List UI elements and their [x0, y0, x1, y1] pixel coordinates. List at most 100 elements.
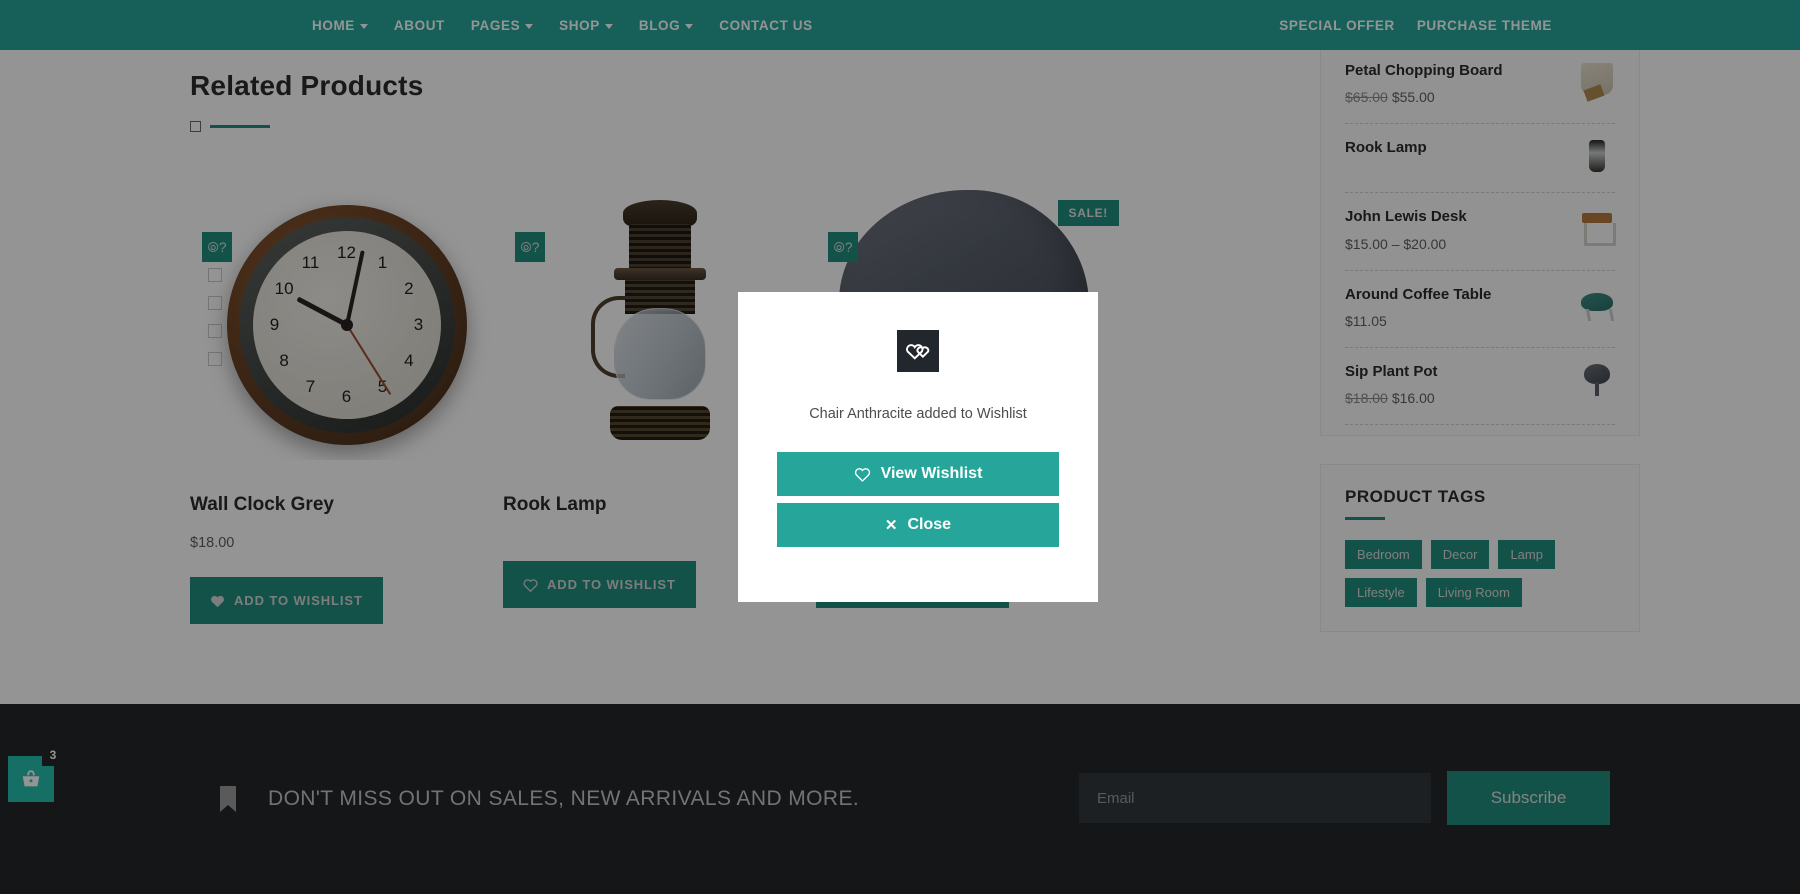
clock-hand: [345, 324, 391, 396]
clock-numeral: 8: [279, 351, 289, 370]
widget-underline: [1345, 517, 1385, 520]
clock-numeral: 11: [301, 252, 320, 272]
tag-bedroom[interactable]: Bedroom: [1345, 540, 1422, 569]
modal-message: Chair Anthracite added to Wishlist: [809, 406, 1027, 422]
product-name[interactable]: Wall Clock Grey: [190, 494, 503, 516]
nav-item-blog[interactable]: BLOG: [639, 18, 694, 33]
plant-pot-thumb: [1579, 362, 1615, 398]
primary-navigation: HOME ABOUT PAGES SHOP BLOG CONTACT US: [312, 18, 813, 33]
product-card[interactable]: ⦾? 12 1 2 3 4 5 6 7 8 9 10 11 Wall Clock Grey $18.0…: [190, 190, 503, 624]
compare-icon[interactable]: [208, 268, 222, 282]
clock-numeral: 3: [413, 315, 424, 334]
clock-numeral: 1: [377, 252, 388, 272]
wishlist-added-modal: Chair Anthracite added to Wishlist View …: [738, 292, 1098, 602]
chevron-down-icon: [604, 23, 613, 29]
page-root: HOME ABOUT PAGES SHOP BLOG CONTACT US SP…: [0, 0, 1800, 894]
mini-product-name[interactable]: Petal Chopping Board: [1345, 61, 1503, 81]
mini-products-widget: Petal Chopping Board $65.00 $55.00 Rook L…: [1320, 38, 1640, 436]
product-tags-widget: PRODUCT TAGS Bedroom Decor Lamp Lifestyl…: [1320, 464, 1640, 632]
quick-view-icon[interactable]: ⦾?: [515, 232, 545, 262]
coffee-table-thumb: [1579, 285, 1615, 321]
nav-item-contact-us[interactable]: CONTACT US: [719, 18, 813, 33]
product-image[interactable]: ⦾? 12 1 2 3 4 5 6 7 8 9 10 11: [190, 190, 503, 460]
mini-product-name[interactable]: Rook Lamp: [1345, 138, 1427, 158]
cart-count-badge: 3: [42, 744, 64, 766]
tag-lifestyle[interactable]: Lifestyle: [1345, 578, 1417, 607]
mini-product-price: $65.00 $55.00: [1345, 89, 1503, 105]
clock-numeral: 6: [341, 387, 352, 406]
add-to-wishlist-button[interactable]: ADD TO WISHLIST: [190, 577, 383, 624]
heart-icon: [211, 595, 224, 607]
nav-item-home[interactable]: HOME: [312, 18, 368, 33]
email-input[interactable]: [1079, 773, 1431, 823]
nav-item-purchase-theme[interactable]: PURCHASE THEME: [1417, 18, 1552, 33]
widget-title: PRODUCT TAGS: [1345, 487, 1486, 506]
nav-item-about[interactable]: ABOUT: [394, 18, 445, 33]
title-underline: [190, 121, 1090, 132]
chevron-down-icon: [685, 23, 694, 29]
quick-view-icon[interactable]: ⦾?: [202, 232, 232, 262]
tag-decor[interactable]: Decor: [1430, 540, 1490, 569]
details-icon[interactable]: [208, 324, 222, 338]
nav-label: CONTACT US: [719, 17, 813, 33]
chopping-board-thumb: [1579, 61, 1615, 97]
current-price: $16.00: [1391, 390, 1435, 406]
mini-product-item[interactable]: Around Coffee Table $11.05: [1345, 271, 1615, 348]
quick-view-icon[interactable]: ⦾?: [828, 232, 858, 262]
add-to-wishlist-button[interactable]: ADD TO WISHLIST: [503, 561, 696, 608]
tag-list: Bedroom Decor Lamp Lifestyle Living Room: [1345, 540, 1615, 621]
wall-clock-image: 12 1 2 3 4 5 6 7 8 9 10 11: [226, 205, 467, 445]
nav-label: PAGES: [470, 17, 521, 33]
subscribe-button[interactable]: Subscribe: [1447, 771, 1610, 825]
clock-numeral: 9: [269, 315, 280, 334]
related-products-section: Related Products: [190, 70, 1090, 132]
view-wishlist-button[interactable]: View Wishlist: [777, 452, 1059, 496]
product-price: $18.00: [190, 535, 235, 551]
desk-thumb: [1579, 207, 1616, 247]
nav-label: HOME: [312, 17, 355, 33]
newsletter-headline: DON'T MISS OUT ON SALES, NEW ARRIVALS AN…: [268, 787, 860, 810]
nav-item-special-offer[interactable]: SPECIAL OFFER: [1279, 18, 1395, 33]
mini-product-price: $15.00 – $20.00: [1345, 235, 1447, 252]
clock-numeral: 12: [337, 243, 356, 262]
square-marker-icon: [190, 121, 201, 132]
button-label: ADD TO WISHLIST: [234, 593, 363, 608]
mini-product-item[interactable]: Petal Chopping Board $65.00 $55.00: [1345, 61, 1615, 125]
chevron-down-icon: [525, 23, 534, 29]
quick-view-icon[interactable]: [208, 296, 222, 310]
close-button[interactable]: ✕ Close: [777, 503, 1059, 547]
newsletter-form: Subscribe: [1079, 771, 1610, 825]
search-icon[interactable]: [208, 352, 222, 366]
mini-product-item[interactable]: John Lewis Desk $15.00 – $20.00: [1345, 193, 1616, 271]
mini-product-name[interactable]: John Lewis Desk: [1345, 207, 1467, 227]
heart-icon: [854, 467, 870, 482]
mini-product-price: $11.05: [1345, 312, 1387, 329]
tag-living-room[interactable]: Living Room: [1425, 578, 1522, 607]
mini-product-name[interactable]: Around Coffee Table: [1345, 285, 1491, 305]
site-header: HOME ABOUT PAGES SHOP BLOG CONTACT US SP…: [0, 0, 1800, 50]
rook-lamp-image: [585, 200, 735, 450]
chevron-down-icon: [359, 23, 368, 29]
mini-product-name[interactable]: Sip Plant Pot: [1345, 362, 1438, 382]
clock-center-pin: [340, 319, 353, 331]
close-icon: ✕: [884, 517, 898, 534]
nav-item-pages[interactable]: PAGES: [470, 17, 534, 33]
mini-product-item[interactable]: Sip Plant Pot $18.00 $16.00: [1345, 348, 1615, 425]
tag-lamp[interactable]: Lamp: [1498, 540, 1555, 569]
button-label: Close: [907, 516, 952, 533]
lamp-thumb: [1579, 138, 1615, 174]
mini-product-item[interactable]: Rook Lamp: [1345, 124, 1615, 194]
product-action-icons[interactable]: [208, 268, 222, 366]
two-hearts-icon: [897, 330, 939, 372]
nav-label: SHOP: [559, 17, 600, 33]
header-secondary-links: SPECIAL OFFER PURCHASE THEME: [1279, 18, 1552, 33]
clock-numeral: 2: [404, 279, 414, 298]
section-title: Related Products: [190, 70, 424, 101]
button-label: View Wishlist: [880, 465, 983, 482]
nav-item-shop[interactable]: SHOP: [559, 18, 613, 33]
clock-numeral: 4: [404, 351, 414, 370]
current-price: $55.00: [1391, 89, 1435, 106]
sidebar: Petal Chopping Board $65.00 $55.00 Rook L…: [1320, 38, 1640, 632]
button-label: ADD TO WISHLIST: [547, 577, 676, 592]
nav-label: ABOUT: [393, 17, 445, 33]
